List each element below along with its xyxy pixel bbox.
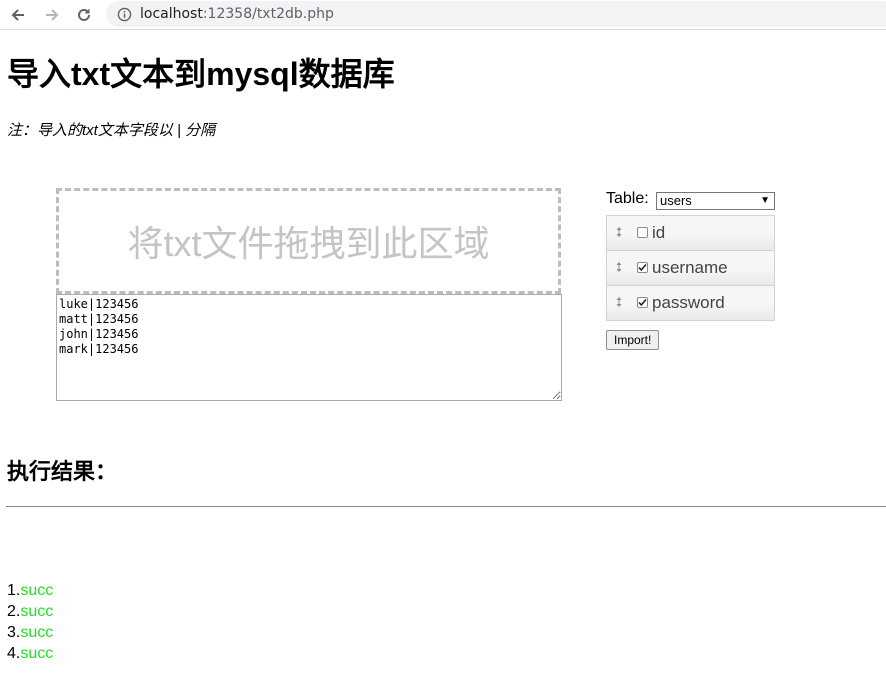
field-row-username[interactable]: username (606, 250, 775, 286)
url-host: localhost (140, 6, 203, 22)
result-title: 执行结果： (7, 459, 118, 484)
browser-toolbar: localhost:12358/txt2db.php (0, 0, 886, 30)
forward-arrow-icon[interactable] (40, 3, 64, 27)
field-row-password[interactable]: password (606, 285, 775, 321)
result-index: 4. (7, 645, 21, 662)
text-content-textarea[interactable]: luke|123456 matt|123456 john|123456 mark… (56, 294, 562, 401)
field-checkbox-password[interactable] (637, 297, 648, 308)
table-select-value: users (660, 193, 692, 208)
field-list: id username password (606, 215, 775, 321)
back-arrow-icon[interactable] (6, 3, 30, 27)
checkmark-icon (638, 263, 647, 272)
result-status: succ (20, 645, 54, 662)
field-name-password: password (652, 293, 725, 312)
field-name-username: username (652, 258, 728, 277)
import-button[interactable]: Import! (606, 330, 660, 350)
dropdown-caret-icon: ▼ (760, 195, 770, 206)
field-checkbox-username[interactable] (637, 262, 648, 273)
result-status: succ (20, 603, 54, 620)
result-item: 1.succ (7, 580, 53, 601)
info-icon[interactable] (116, 6, 132, 22)
url-text: localhost:12358/txt2db.php (140, 6, 334, 22)
drop-zone-label: 将txt文件拖拽到此区域 (127, 223, 490, 264)
result-list: 1.succ 2.succ 3.succ 4.succ (7, 580, 53, 664)
result-index: 1. (7, 582, 21, 599)
address-bar[interactable]: localhost:12358/txt2db.php (106, 1, 886, 27)
divider (6, 506, 886, 507)
field-checkbox-id[interactable] (637, 227, 648, 238)
table-label: Table: (606, 190, 649, 207)
checkmark-icon (638, 298, 647, 307)
field-separator-note: 注：导入的txt文本字段以 | 分隔 (7, 122, 216, 139)
result-index: 3. (7, 624, 21, 641)
result-status: succ (20, 624, 54, 641)
result-item: 4.succ (7, 643, 53, 664)
field-row-id[interactable]: id (606, 215, 775, 251)
table-select[interactable]: users ▼ (656, 192, 775, 210)
reload-icon[interactable] (72, 3, 96, 27)
url-path: :12358/txt2db.php (202, 6, 334, 22)
drag-handle-icon[interactable] (615, 295, 623, 307)
result-status: succ (20, 582, 54, 599)
field-name-id: id (652, 223, 666, 242)
result-index: 2. (7, 603, 21, 620)
result-item: 2.succ (7, 601, 53, 622)
drag-handle-icon[interactable] (615, 225, 623, 237)
file-drop-zone[interactable]: 将txt文件拖拽到此区域 (56, 188, 561, 294)
drag-handle-icon[interactable] (615, 260, 623, 272)
result-item: 3.succ (7, 622, 53, 643)
page-title: 导入txt文本到mysql数据库 (7, 56, 395, 92)
